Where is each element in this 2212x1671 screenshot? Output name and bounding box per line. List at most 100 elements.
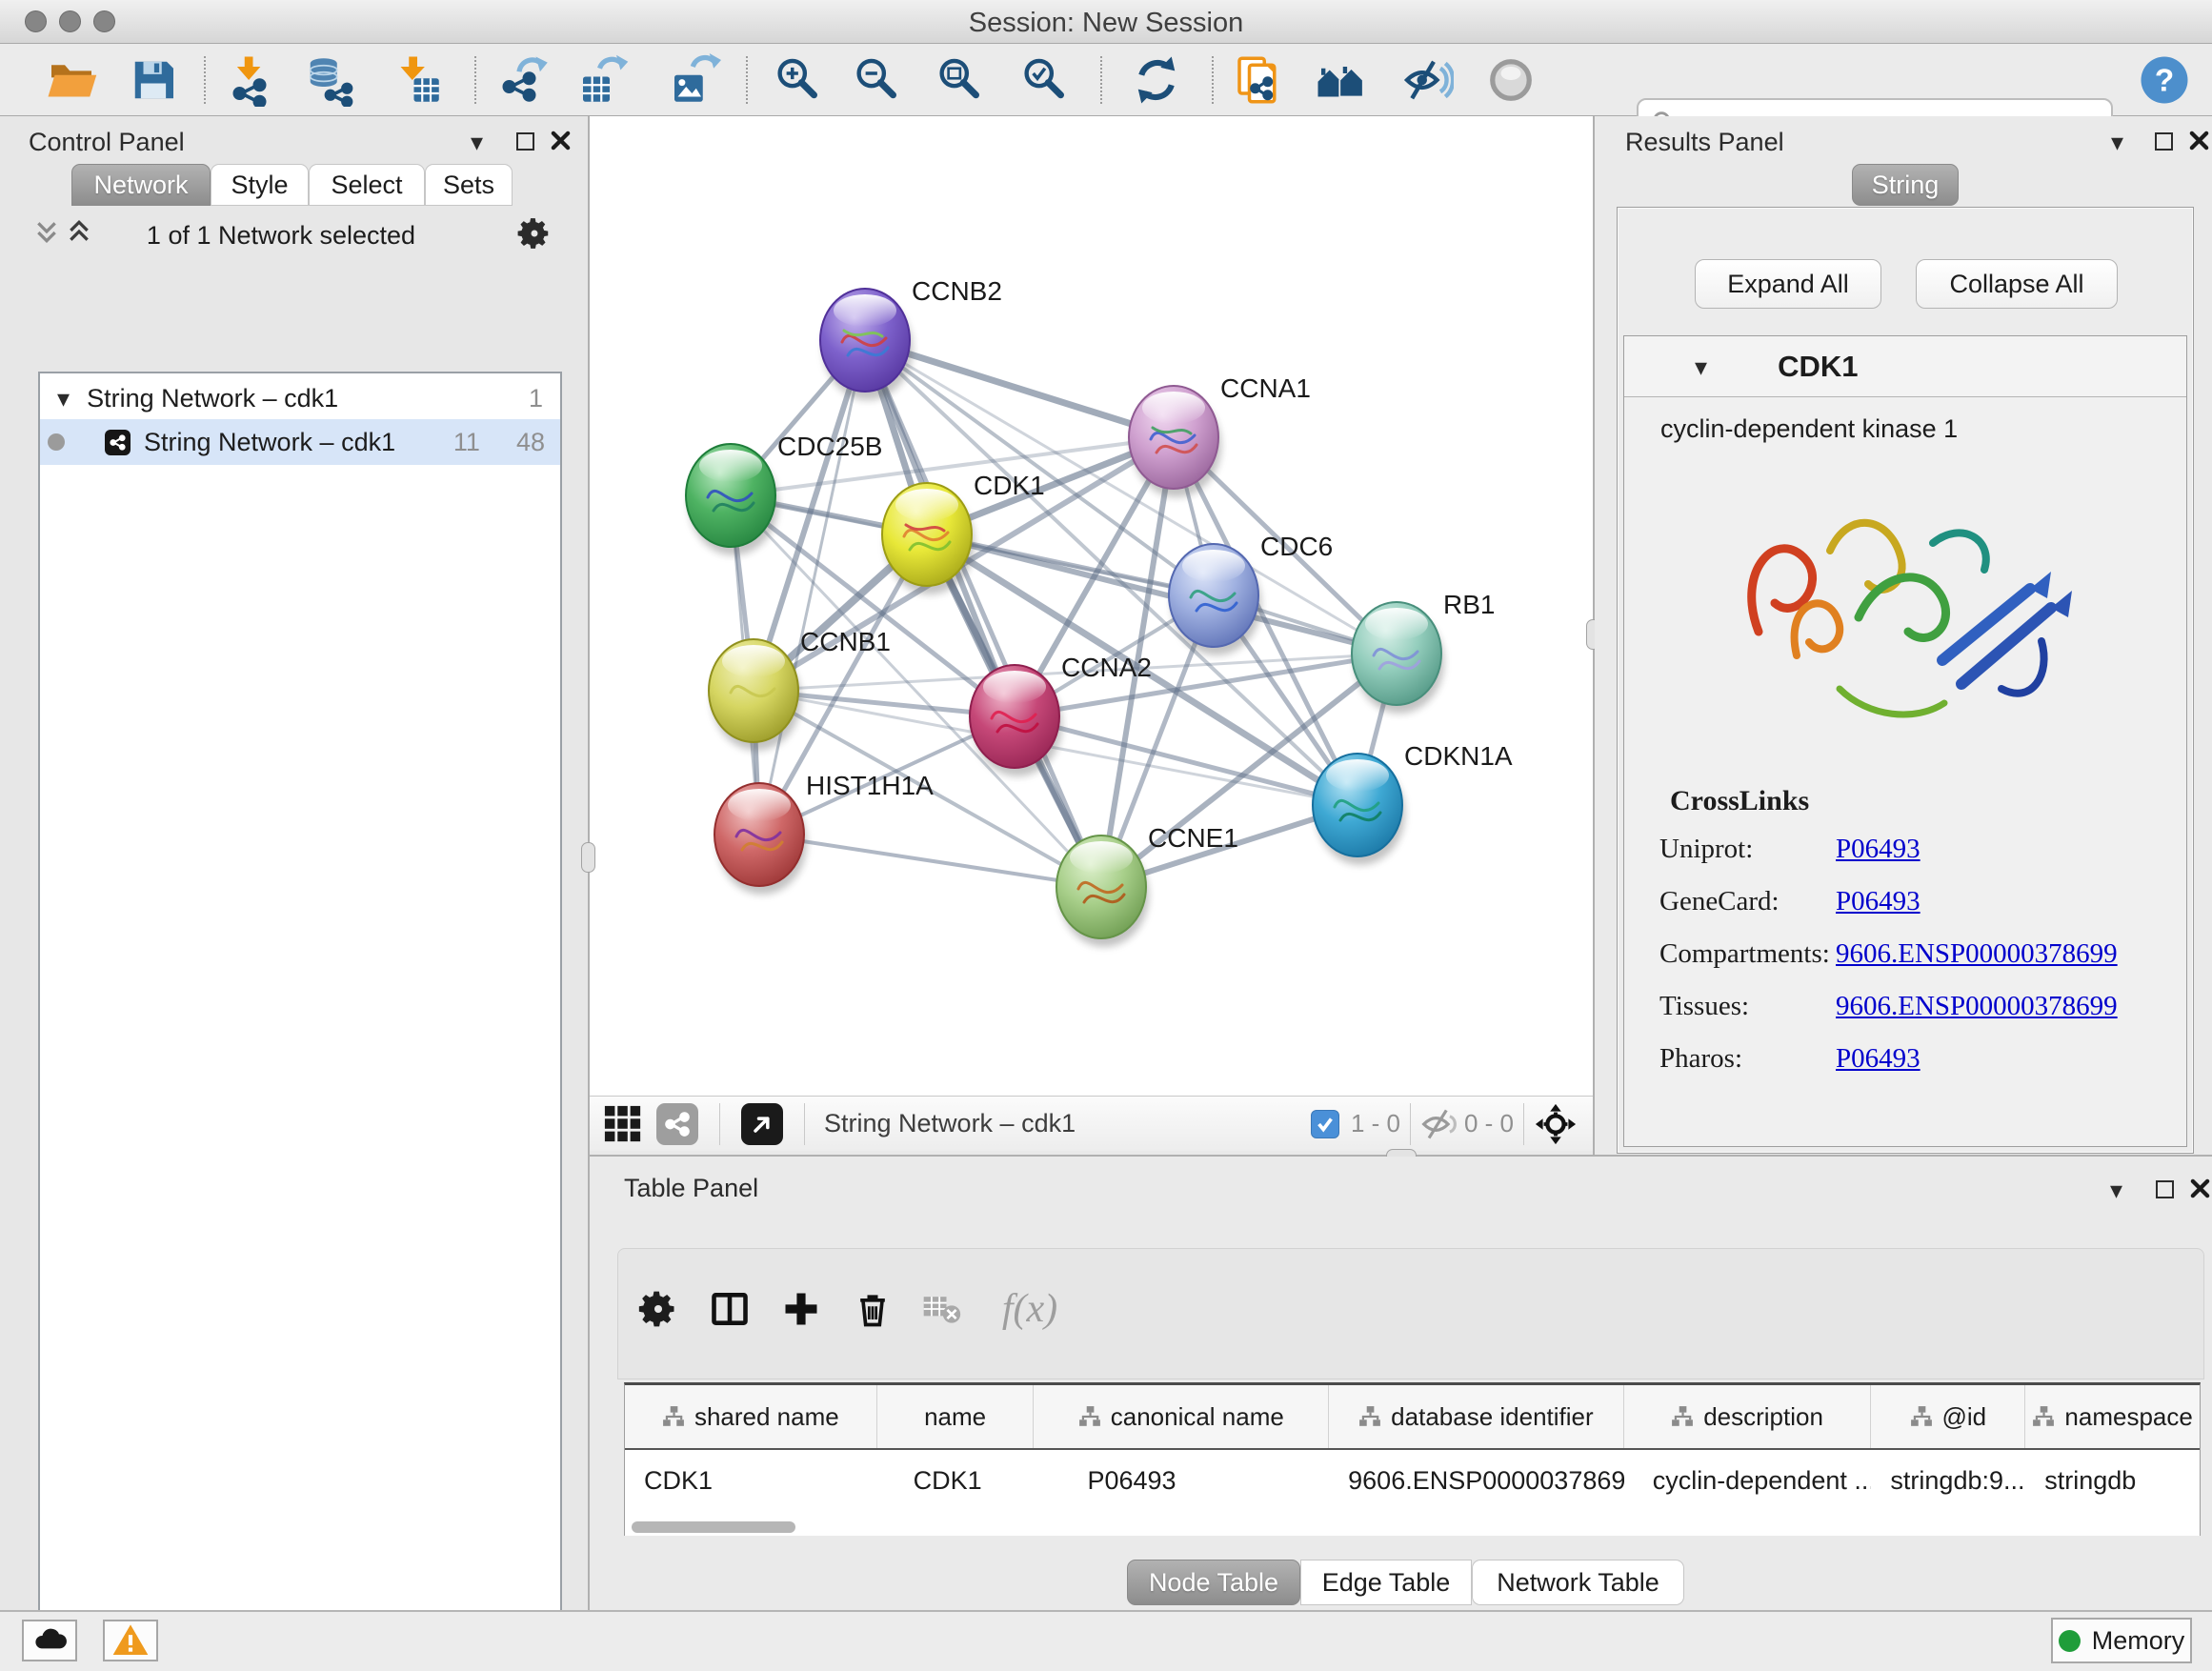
delete-column-trash-icon[interactable] xyxy=(850,1286,895,1332)
import-network-file-button[interactable] xyxy=(222,52,277,108)
save-session-button[interactable] xyxy=(126,52,181,108)
cell-description[interactable]: cyclin-dependent ... xyxy=(1624,1450,1872,1511)
table-row[interactable]: CDK1 CDK1 P06493 9606.ENSP00000378699 cy… xyxy=(625,1450,2200,1511)
expand-all-button[interactable]: Expand All xyxy=(1695,259,1881,309)
column-header-shared-name[interactable]: shared name xyxy=(625,1385,877,1448)
tab-edge-table[interactable]: Edge Table xyxy=(1300,1560,1472,1605)
node-label-CCNB1: CCNB1 xyxy=(800,627,891,656)
column-header-name[interactable]: name xyxy=(877,1385,1035,1448)
network-status-dot-icon xyxy=(48,433,65,451)
first-neighbors-button[interactable] xyxy=(1314,52,1369,108)
crosslink-link[interactable]: 9606.ENSP00000378699 xyxy=(1836,938,2118,970)
new-network-from-selection-button[interactable] xyxy=(1232,52,1287,108)
import-network-database-button[interactable] xyxy=(301,52,356,108)
network-node-CCNE1[interactable]: CCNE1 xyxy=(1056,823,1238,947)
network-collection-row[interactable]: ▾ String Network – cdk1 1 xyxy=(40,377,560,419)
network-node-CDC6[interactable]: CDC6 xyxy=(1169,532,1333,655)
zoom-out-icon xyxy=(850,53,903,107)
birdseye-crosshair-icon[interactable] xyxy=(1534,1102,1578,1146)
column-header-description[interactable]: description xyxy=(1624,1385,1872,1448)
tab-style[interactable]: Style xyxy=(211,164,309,206)
tab-string[interactable]: String xyxy=(1852,164,1959,206)
close-panel-icon[interactable] xyxy=(551,131,571,151)
network-node-CCNA1[interactable]: CCNA1 xyxy=(1129,373,1311,497)
open-folder-icon xyxy=(45,53,98,107)
tab-node-table[interactable]: Node Table xyxy=(1127,1560,1300,1605)
network-node-CCNB1[interactable]: CCNB1 xyxy=(709,627,891,751)
show-columns-icon[interactable] xyxy=(707,1286,753,1332)
float-results-icon[interactable] xyxy=(2155,132,2173,151)
memory-button[interactable]: Memory xyxy=(2051,1618,2192,1663)
export-image-button[interactable] xyxy=(667,52,722,108)
cell-database-identifier[interactable]: 9606.ENSP00000378699 xyxy=(1329,1450,1624,1511)
zoom-fit-icon xyxy=(933,53,986,107)
cell-id[interactable]: stringdb:9... xyxy=(1871,1450,2025,1511)
node-label-CDKN1A: CDKN1A xyxy=(1404,741,1513,771)
node-label-CCNA1: CCNA1 xyxy=(1220,373,1311,403)
open-in-window-icon[interactable] xyxy=(741,1103,783,1145)
crosslink-link[interactable]: P06493 xyxy=(1836,1043,1920,1075)
network-node-HIST1H1A[interactable]: HIST1H1A xyxy=(714,771,934,895)
table-horizontal-scrollbar[interactable] xyxy=(632,1521,795,1533)
cloud-button[interactable] xyxy=(22,1620,77,1661)
cytoscape-window: Session: New Session xyxy=(0,0,2212,1671)
network-node-CDKN1A[interactable]: CDKN1A xyxy=(1313,741,1513,865)
collapse-results-icon[interactable]: ▾ xyxy=(2111,130,2123,154)
grid-overview-icon[interactable] xyxy=(603,1104,643,1144)
zoom-fit-button[interactable] xyxy=(932,52,987,108)
node-label-CCNA2: CCNA2 xyxy=(1061,653,1152,682)
shared-column-icon xyxy=(1078,1405,1101,1428)
table-options-gear-icon[interactable] xyxy=(635,1286,681,1332)
crosslink-link[interactable]: P06493 xyxy=(1836,886,1920,917)
collapse-all-button[interactable]: Collapse All xyxy=(1916,259,2118,309)
hidden-eye-icon[interactable] xyxy=(1420,1105,1458,1143)
string-network-icon xyxy=(105,430,131,455)
crosslink-link[interactable]: 9606.ENSP00000378699 xyxy=(1836,991,2118,1022)
column-header-database-identifier[interactable]: database identifier xyxy=(1329,1385,1624,1448)
collection-network-count: 1 xyxy=(529,384,543,413)
network-canvas[interactable]: CCNB2CCNA1CDC25BCDK1CDC6RB1CCNB1CCNA2CDK… xyxy=(590,116,1593,1096)
network-node-RB1[interactable]: RB1 xyxy=(1352,590,1495,714)
close-table-icon[interactable] xyxy=(2190,1178,2210,1198)
protein-expander-icon[interactable]: ▾ xyxy=(1695,354,1707,379)
cell-shared-name[interactable]: CDK1 xyxy=(625,1450,877,1511)
show-all-button[interactable] xyxy=(1483,52,1538,108)
network-row-selected[interactable]: String Network – cdk1 11 48 xyxy=(40,419,560,465)
help-button[interactable]: ? xyxy=(2137,52,2192,108)
hide-selected-button[interactable] xyxy=(1399,52,1455,108)
float-panel-icon[interactable] xyxy=(516,132,534,151)
tab-sets[interactable]: Sets xyxy=(425,164,513,206)
cell-name[interactable]: CDK1 xyxy=(877,1450,1035,1511)
collapse-panel-icon[interactable]: ▾ xyxy=(471,130,483,154)
tab-network-table[interactable]: Network Table xyxy=(1472,1560,1684,1605)
import-table-button[interactable] xyxy=(390,52,445,108)
warnings-button[interactable] xyxy=(103,1620,158,1661)
export-table-icon xyxy=(576,53,630,107)
export-table-button[interactable] xyxy=(575,52,631,108)
share-network-icon[interactable] xyxy=(656,1103,698,1145)
column-header-id[interactable]: @id xyxy=(1871,1385,2025,1448)
selected-checkbox-icon[interactable] xyxy=(1311,1110,1339,1138)
column-header-canonical-name[interactable]: canonical name xyxy=(1034,1385,1329,1448)
help-icon: ? xyxy=(2138,53,2191,107)
float-table-icon[interactable] xyxy=(2156,1180,2174,1198)
create-column-plus-icon[interactable] xyxy=(778,1286,824,1332)
collapse-table-icon[interactable]: ▾ xyxy=(2110,1178,2122,1202)
cell-canonical-name[interactable]: P06493 xyxy=(1034,1450,1329,1511)
tab-network[interactable]: Network xyxy=(71,164,211,206)
export-network-button[interactable] xyxy=(498,52,553,108)
tab-select[interactable]: Select xyxy=(309,164,425,206)
column-header-namespace[interactable]: namespace xyxy=(2025,1385,2200,1448)
left-splitter-handle[interactable] xyxy=(581,842,595,873)
zoom-out-button[interactable] xyxy=(849,52,904,108)
protein-card-header[interactable]: ▾ CDK1 xyxy=(1624,336,2186,397)
cell-namespace[interactable]: stringdb xyxy=(2025,1450,2200,1511)
apply-layout-button[interactable] xyxy=(1129,52,1184,108)
zoom-in-button[interactable] xyxy=(770,52,825,108)
collection-expander-icon[interactable]: ▾ xyxy=(57,386,70,411)
close-results-icon[interactable] xyxy=(2189,131,2209,151)
crosslink-link[interactable]: P06493 xyxy=(1836,834,1920,865)
network-options-gear-icon[interactable] xyxy=(516,215,553,252)
zoom-selected-button[interactable] xyxy=(1016,52,1072,108)
open-session-button[interactable] xyxy=(44,52,99,108)
